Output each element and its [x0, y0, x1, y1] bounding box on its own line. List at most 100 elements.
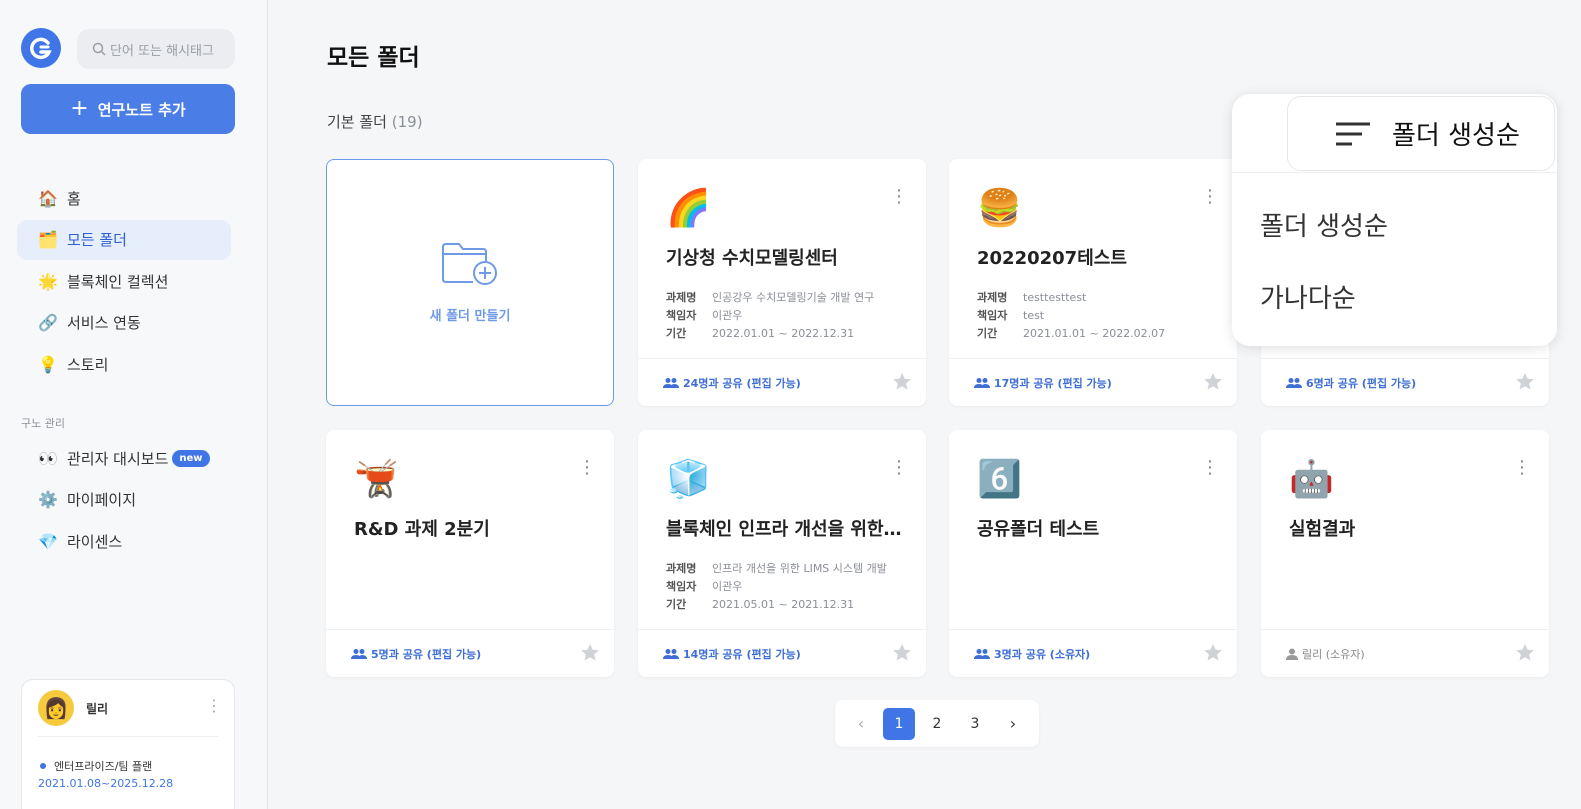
meta-value: 2021.05.01 ~ 2021.12.31 — [712, 598, 855, 611]
sort-option-alphabetical[interactable]: 가나다순 — [1260, 278, 1356, 315]
search-input[interactable]: 단어 또는 해시태그 — [77, 29, 235, 69]
folder-box-icon: 🗂️ — [38, 230, 58, 249]
plus-icon: + — [70, 96, 89, 121]
star-icon[interactable] — [1203, 372, 1223, 391]
card-footer: 3명과 공유 (소유자) — [949, 629, 1237, 677]
chevron-right-icon[interactable]: › — [997, 708, 1029, 740]
nav-label: 홈 — [67, 189, 81, 208]
folder-meta: 과제명 testtesttest 책임자 test 기간 2021.01.01 ~ 2… — [977, 289, 1165, 343]
new-folder-label: 새 폴더 만들기 — [429, 309, 511, 324]
nav-item-admin-dashboard[interactable]: 👀 관리자 대시보드 new — [17, 438, 231, 478]
avatar[interactable]: 👩 — [38, 690, 74, 726]
nav-label: 블록체인 컬렉션 — [67, 272, 169, 291]
nav-item-license[interactable]: 💎 라이센스 — [17, 521, 231, 561]
folder-section-header: 기본 폴더 (19) — [327, 111, 423, 132]
folder-card[interactable]: 🌈 ⋮ 기상청 수치모델링센터 과제명 인공강우 수치모델링기술 개발 연구 책임… — [638, 159, 926, 406]
meta-value: 인공강우 수치모델링기술 개발 연구 — [712, 291, 875, 304]
nav-item-my-page[interactable]: ⚙️ 마이페이지 — [17, 480, 231, 520]
nav-item-blockchain-collection[interactable]: 🌟 블록체인 컬렉션 — [17, 261, 231, 301]
meta-key: 기간 — [666, 598, 687, 611]
share-info[interactable]: 6명과 공유 (편집 가능) — [1286, 375, 1416, 391]
meta-key: 과제명 — [666, 291, 697, 304]
pagination: ‹ 1 2 3 › — [835, 700, 1039, 747]
folder-card[interactable]: 6️⃣ ⋮ 공유폴더 테스트 3명과 공유 (소유자) — [949, 430, 1237, 677]
star-icon[interactable] — [892, 372, 912, 391]
meta-key: 기간 — [977, 327, 998, 340]
share-info[interactable]: 17명과 공유 (편집 가능) — [974, 375, 1112, 391]
nav-item-all-folders[interactable]: 🗂️ 모든 폴더 — [17, 219, 231, 260]
sort-button[interactable]: 폴더 생성순 — [1287, 96, 1555, 171]
folder-title: 블록체인 인프라 개선을 위한 LIMS 시스템 — [666, 519, 902, 540]
folder-card[interactable]: 🍔 ⋮ 20220207테스트 과제명 testtesttest 책임자 test … — [949, 159, 1237, 406]
plan-name: 엔터프라이즈/팀 플랜 — [40, 758, 152, 774]
search-placeholder: 단어 또는 해시태그 — [110, 43, 214, 59]
folder-meta: 과제명 인프라 개선을 위한 LIMS 시스템 개발 책임자 이관우 기간 2021.… — [666, 560, 887, 614]
star-icon[interactable] — [1515, 372, 1535, 391]
meta-value: 2021.01.01 ~ 2022.02.07 — [1023, 327, 1166, 340]
link-icon: 🔗 — [38, 313, 58, 332]
folder-card[interactable]: 🫕 ⋮ R&D 과제 2분기 5명과 공유 (편집 가능) — [326, 430, 614, 677]
chevron-left-icon[interactable]: ‹ — [845, 708, 877, 740]
folder-title: 20220207테스트 — [977, 248, 1127, 269]
meta-key: 기간 — [666, 327, 687, 340]
fondue-icon: 🫕 — [354, 459, 399, 500]
nav-item-home[interactable]: 🏠 홈 — [17, 178, 231, 218]
owner-info[interactable]: 릴리 (소유자) — [1286, 646, 1365, 662]
sidebar: 단어 또는 해시태그 + 연구노트 추가 🏠 홈 🗂️ 모든 폴더 🌟 블록체인 컬렉… — [0, 0, 268, 809]
people-icon — [1286, 377, 1302, 389]
star-icon[interactable] — [892, 643, 912, 662]
meta-value: 이관우 — [712, 309, 743, 322]
kebab-menu-icon[interactable]: ⋮ — [206, 696, 222, 715]
keycap-six-icon: 6️⃣ — [977, 459, 1022, 500]
people-icon — [974, 377, 990, 389]
share-info[interactable]: 3명과 공유 (소유자) — [974, 646, 1090, 662]
share-info[interactable]: 5명과 공유 (편집 가능) — [351, 646, 481, 662]
people-icon — [351, 648, 367, 660]
meta-key: 책임자 — [977, 309, 1008, 322]
meta-key: 책임자 — [666, 309, 697, 322]
kebab-menu-icon[interactable]: ⋮ — [1201, 458, 1219, 478]
folder-title: 기상청 수치모델링센터 — [666, 248, 838, 269]
folder-count: (19) — [391, 113, 423, 131]
plan-label: 엔터프라이즈/팀 플랜 — [54, 760, 153, 773]
sort-option-created[interactable]: 폴더 생성순 — [1260, 206, 1388, 243]
nav-label: 라이센스 — [67, 532, 123, 551]
star-icon[interactable] — [1203, 643, 1223, 662]
folder-title: 공유폴더 테스트 — [977, 519, 1100, 540]
share-info[interactable]: 14명과 공유 (편집 가능) — [663, 646, 801, 662]
kebab-menu-icon[interactable]: ⋮ — [578, 458, 596, 478]
people-icon — [663, 648, 679, 660]
kebab-menu-icon[interactable]: ⋮ — [1513, 458, 1531, 478]
star-icon[interactable] — [1515, 643, 1535, 662]
star-icon[interactable] — [580, 643, 600, 662]
folder-title: 실험결과 — [1289, 519, 1356, 540]
nav-item-service-integration[interactable]: 🔗 서비스 연동 — [17, 303, 231, 343]
share-text: 3명과 공유 (소유자) — [994, 647, 1091, 661]
kebab-menu-icon[interactable]: ⋮ — [1201, 187, 1219, 207]
page-button[interactable]: 1 — [883, 707, 915, 740]
page-button[interactable]: 2 — [921, 708, 953, 740]
nav-item-story[interactable]: 💡 스토리 — [17, 344, 231, 384]
nav-label: 마이페이지 — [67, 491, 137, 509]
share-text: 6명과 공유 (편집 가능) — [1306, 376, 1417, 390]
page-button[interactable]: 3 — [959, 708, 991, 740]
nav-label: 관리자 대시보드 — [67, 449, 169, 468]
app-logo[interactable] — [21, 28, 61, 68]
folder-card[interactable]: 🧊 ⋮ 블록체인 인프라 개선을 위한 LIMS 시스템 과제명 인프라 개선을 … — [638, 430, 926, 677]
user-card: 👩 릴리 ⋮ 엔터프라이즈/팀 플랜 2021.01.08~2025.12.28 — [21, 679, 235, 809]
user-name: 릴리 — [86, 702, 109, 716]
gem-icon: 💎 — [38, 531, 58, 551]
management-nav: 👀 관리자 대시보드 new ⚙️ 마이페이지 💎 라이센스 — [17, 438, 231, 563]
card-footer: 5명과 공유 (편집 가능) — [326, 629, 614, 677]
kebab-menu-icon[interactable]: ⋮ — [890, 187, 908, 207]
add-research-note-button[interactable]: + 연구노트 추가 — [21, 84, 235, 134]
card-footer: 24명과 공유 (편집 가능) — [638, 358, 926, 406]
folder-card[interactable]: 🤖 ⋮ 실험결과 릴리 (소유자) — [1261, 430, 1549, 677]
card-footer: 14명과 공유 (편집 가능) — [638, 629, 926, 677]
house-icon: 🏠 — [38, 188, 58, 208]
new-folder-card[interactable]: 새 폴더 만들기 — [326, 159, 614, 406]
sort-lines-icon — [1336, 122, 1370, 146]
sort-menu: 폴더 생성순 가나다순 — [1232, 172, 1557, 346]
share-info[interactable]: 24명과 공유 (편집 가능) — [663, 375, 801, 391]
kebab-menu-icon[interactable]: ⋮ — [890, 458, 908, 478]
